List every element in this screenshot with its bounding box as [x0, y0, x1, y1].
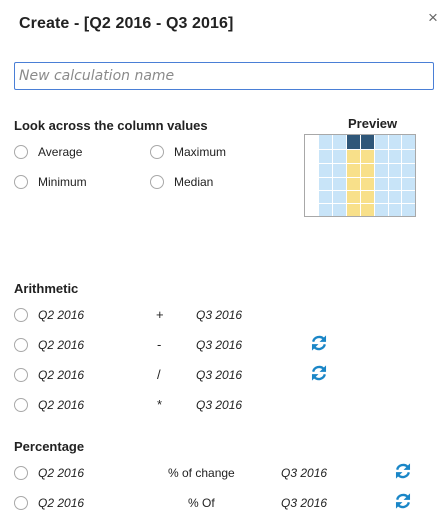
pct-operator: % of change	[168, 466, 235, 480]
arith-left-operand: Q2 2016	[38, 338, 85, 352]
radio-arith-divide[interactable]	[14, 368, 28, 382]
pct-left-operand: Q2 2016	[38, 496, 85, 510]
radio-minimum[interactable]	[14, 175, 28, 189]
pct-right-operand: Q3 2016	[281, 466, 328, 480]
pct-left-operand: Q2 2016	[38, 466, 85, 480]
arith-left-operand: Q2 2016	[38, 308, 85, 322]
arithmetic-heading: Arithmetic	[14, 281, 79, 296]
arith-operator: +	[156, 307, 164, 322]
arith-right-operand: Q3 2016	[196, 308, 243, 322]
radio-maximum[interactable]	[150, 145, 164, 159]
arith-operator: *	[157, 397, 163, 412]
radio-average[interactable]	[14, 145, 28, 159]
refresh-icon[interactable]	[310, 334, 328, 352]
refresh-icon[interactable]	[394, 462, 412, 480]
radio-arith-multiply[interactable]	[14, 398, 28, 412]
pct-right-operand: Q3 2016	[281, 496, 328, 510]
radio-arith-add[interactable]	[14, 308, 28, 322]
arith-operator: -	[157, 337, 162, 352]
radio-arith-subtract[interactable]	[14, 338, 28, 352]
arith-right-operand: Q3 2016	[196, 338, 243, 352]
close-icon[interactable]: ×	[428, 9, 438, 26]
arith-left-operand: Q2 2016	[38, 398, 85, 412]
option-median-label: Median	[174, 175, 214, 189]
radio-pct-change[interactable]	[14, 466, 28, 480]
preview-gridlines	[305, 135, 415, 216]
option-minimum-label: Minimum	[38, 175, 87, 189]
option-average-label: Average	[38, 145, 83, 159]
arith-right-operand: Q3 2016	[196, 398, 243, 412]
preview-label: Preview	[348, 116, 398, 131]
look-across-heading: Look across the column values	[14, 118, 208, 133]
arith-right-operand: Q3 2016	[196, 368, 243, 382]
radio-pct-of[interactable]	[14, 496, 28, 510]
dialog-title: Create - [Q2 2016 - Q3 2016]	[19, 15, 234, 32]
preview-grid	[304, 134, 416, 217]
refresh-icon[interactable]	[310, 364, 328, 382]
arith-operator: /	[157, 367, 161, 382]
calculation-name-input[interactable]	[14, 62, 434, 90]
radio-median[interactable]	[150, 175, 164, 189]
refresh-icon[interactable]	[394, 492, 412, 510]
pct-operator: % Of	[188, 496, 215, 510]
option-maximum-label: Maximum	[174, 145, 227, 159]
arith-left-operand: Q2 2016	[38, 368, 85, 382]
percentage-heading: Percentage	[14, 439, 85, 454]
